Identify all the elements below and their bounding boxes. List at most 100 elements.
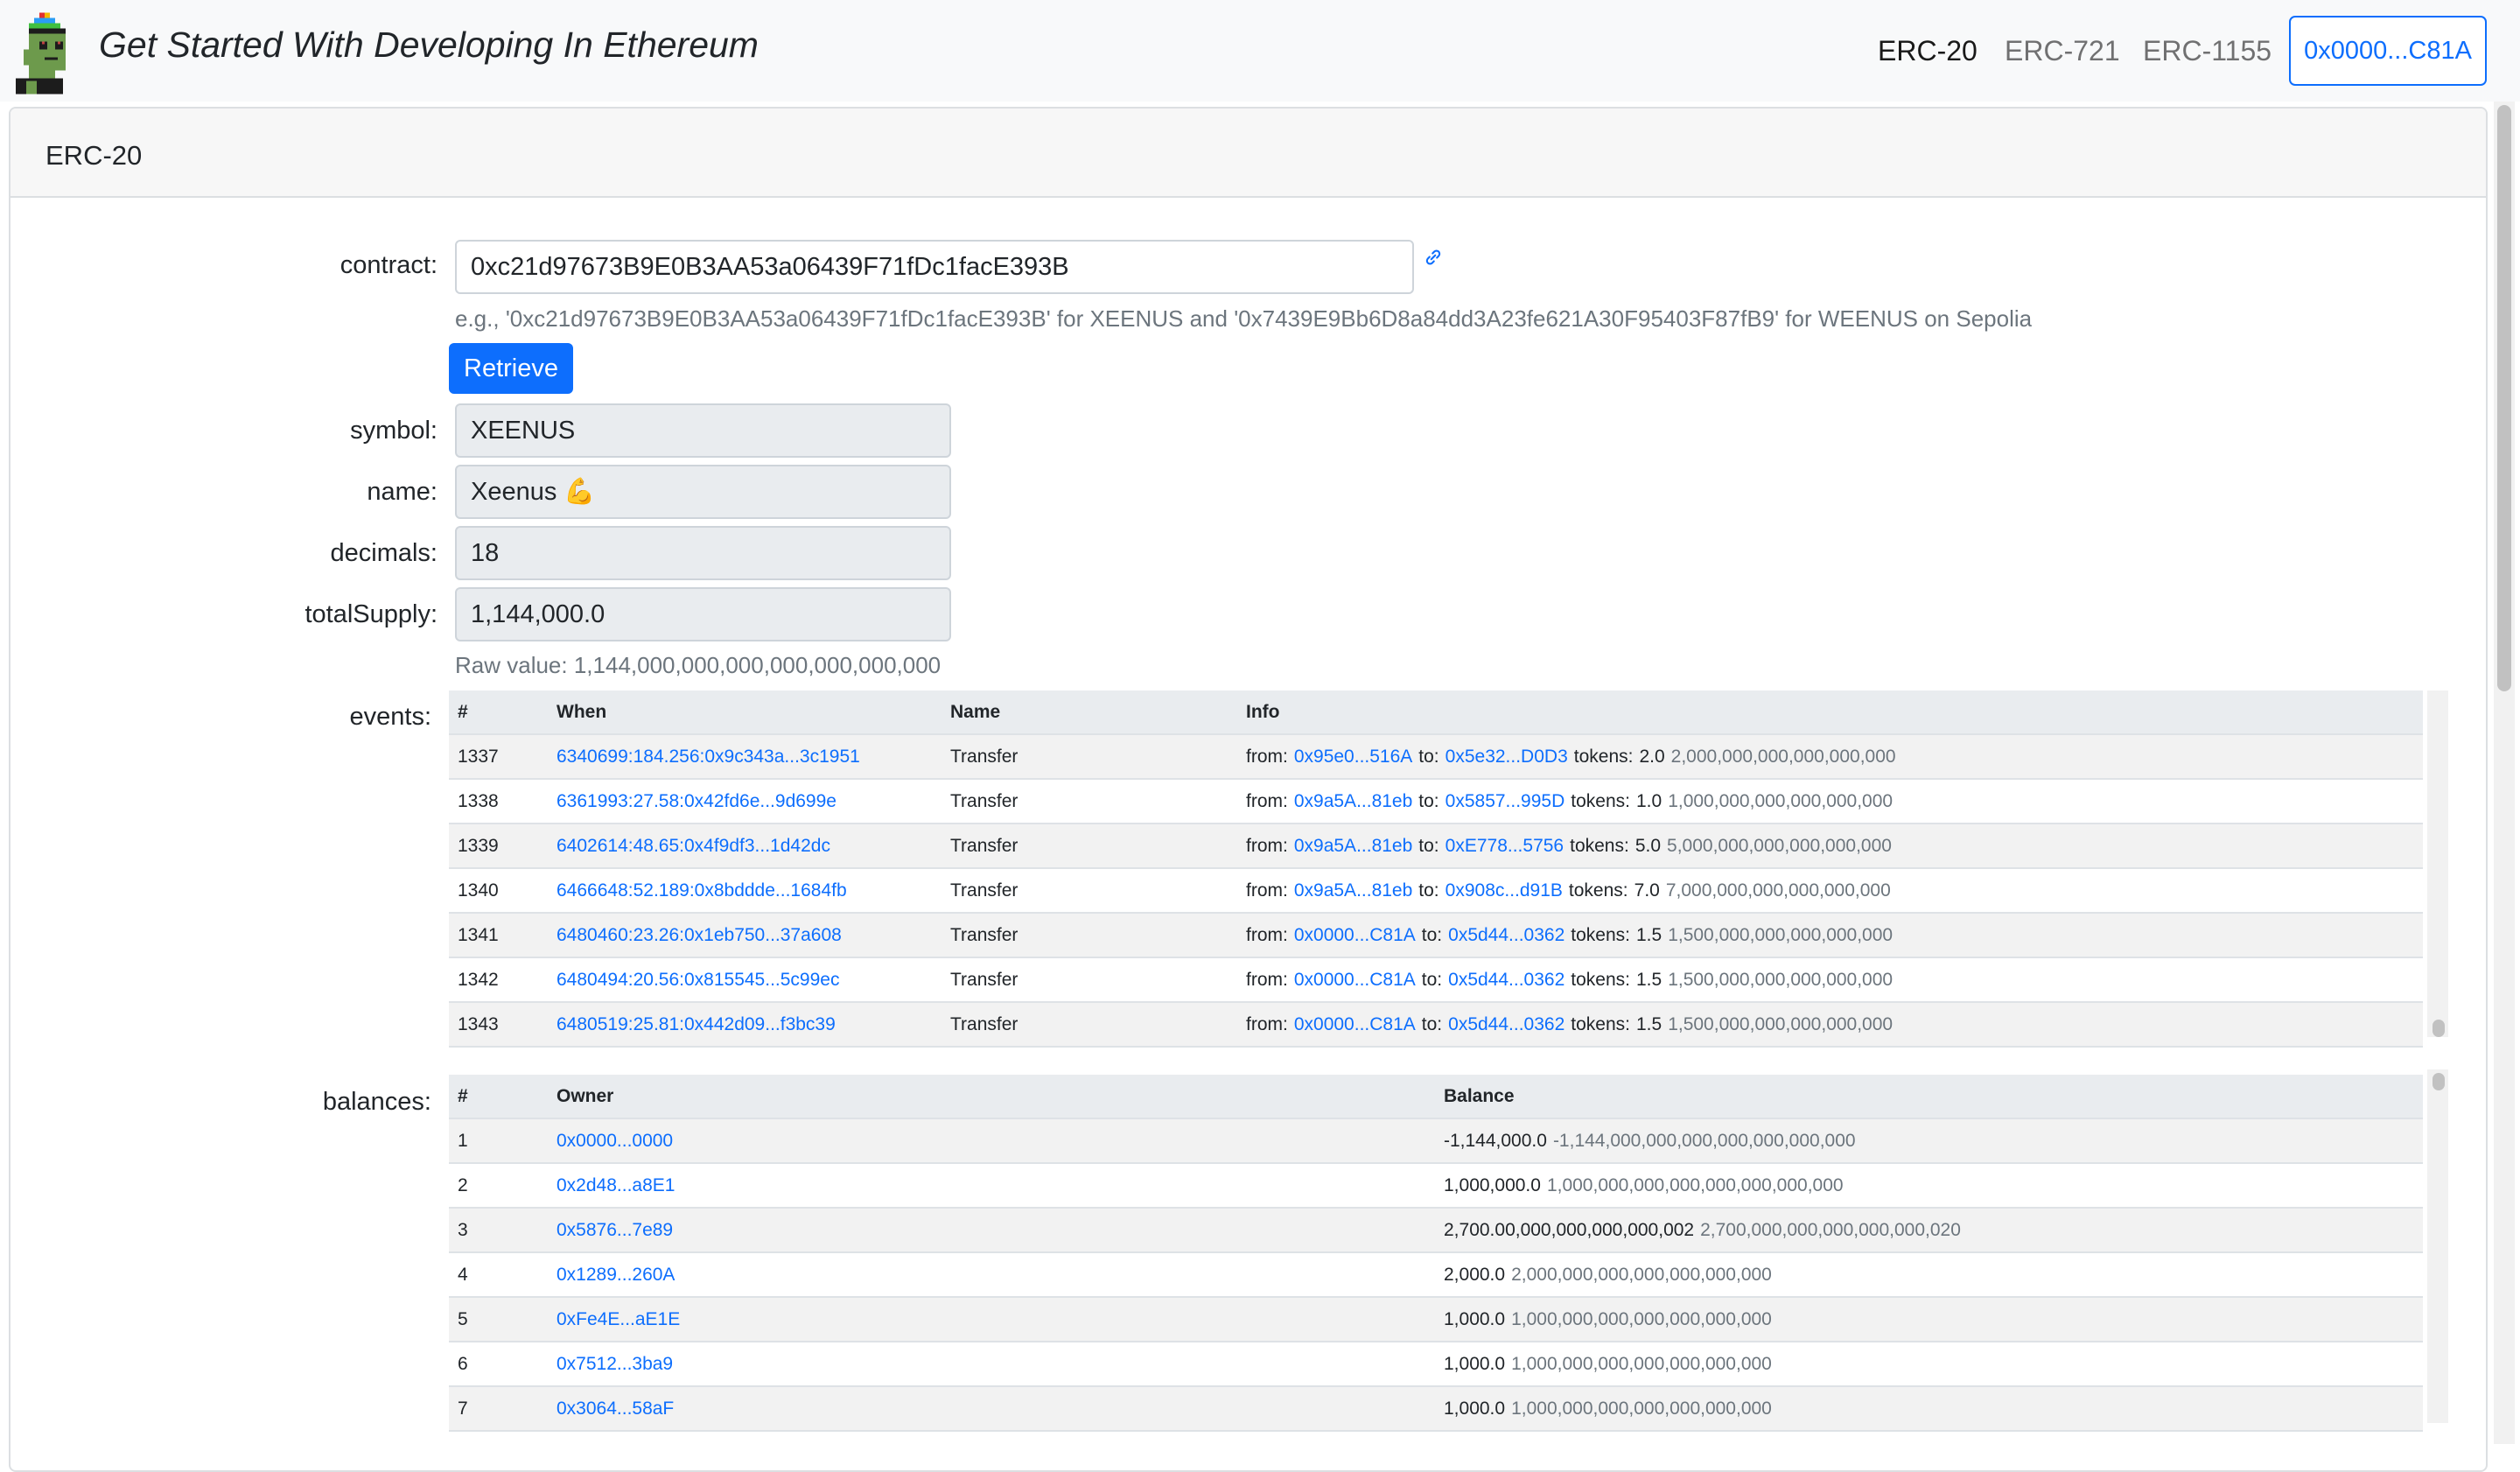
account-button[interactable]: 0x0000...C81A bbox=[2289, 16, 2487, 86]
balances-col-balance[interactable]: Balance bbox=[1444, 1075, 1515, 1118]
events-scrollbar[interactable] bbox=[2427, 690, 2448, 1037]
balance-raw: -1,144,000,000,000,000,000,000,000 bbox=[1552, 1130, 1856, 1151]
balances-scrollbar[interactable] bbox=[2427, 1069, 2448, 1423]
balances-col-num[interactable]: # bbox=[458, 1075, 468, 1118]
event-to-address[interactable]: 0x908c...d91B bbox=[1446, 880, 1563, 901]
retrieve-button[interactable]: Retrieve bbox=[449, 343, 573, 394]
balance-amount: -1,144,000.0 -1,144,000,000,000,000,000,0… bbox=[1444, 1119, 1856, 1162]
decimals-label: decimals: bbox=[330, 539, 438, 567]
event-to-address[interactable]: 0x5d44...0362 bbox=[1448, 1014, 1564, 1035]
event-to-address[interactable]: 0x5d44...0362 bbox=[1448, 970, 1564, 991]
event-number: 1342 bbox=[458, 969, 499, 990]
table-row: 1342 6480494:20.56:0x815545...5c99ec Trans… bbox=[449, 958, 2423, 1003]
table-row: 2 0x2d48...a8E1 1,000,000.0 1,000,000,000,0… bbox=[449, 1164, 2423, 1209]
nav-link-erc721[interactable]: ERC-721 bbox=[2005, 35, 2120, 67]
event-from-address[interactable]: 0x0000...C81A bbox=[1294, 925, 1416, 946]
balances-col-owner[interactable]: Owner bbox=[556, 1075, 613, 1118]
event-tokens-raw: 2,000,000,000,000,000,000 bbox=[1670, 746, 1896, 767]
event-number: 1338 bbox=[458, 790, 499, 811]
event-from-address[interactable]: 0x95e0...516A bbox=[1294, 747, 1412, 768]
table-row: 1338 6361993:27.58:0x42fd6e...9d699e Trans… bbox=[449, 780, 2423, 824]
balance-number: 3 bbox=[458, 1219, 468, 1240]
event-tokens-label: tokens: bbox=[1571, 969, 1630, 990]
table-row: 1339 6402614:48.65:0x4f9df3...1d42dc Trans… bbox=[449, 824, 2423, 869]
event-from-address[interactable]: 0x0000...C81A bbox=[1294, 1014, 1416, 1035]
card-header: ERC-20 bbox=[10, 109, 2486, 198]
balance-amount: 1,000.0 1,000,000,000,000,000,000,000 bbox=[1444, 1298, 1772, 1341]
balance-raw: 1,000,000,000,000,000,000,000 bbox=[1511, 1398, 1772, 1419]
balance-owner-link[interactable]: 0x5876...7e89 bbox=[556, 1209, 673, 1251]
balance-owner-link[interactable]: 0x1289...260A bbox=[556, 1253, 675, 1296]
event-tokens-raw: 1,500,000,000,000,000,000 bbox=[1668, 1013, 1894, 1034]
event-when-link[interactable]: 6340699:184.256:0x9c343a...3c1951 bbox=[556, 735, 860, 778]
event-from-address[interactable]: 0x0000...C81A bbox=[1294, 970, 1416, 991]
balance-raw: 1,000,000,000,000,000,000,000 bbox=[1511, 1353, 1772, 1374]
balance-raw: 1,000,000,000,000,000,000,000,000 bbox=[1546, 1174, 1844, 1195]
events-col-info[interactable]: Info bbox=[1246, 690, 1279, 733]
nav-link-erc1155[interactable]: ERC-1155 bbox=[2143, 35, 2272, 67]
event-tokens-label: tokens: bbox=[1571, 924, 1630, 945]
page-scrollbar-thumb[interactable] bbox=[2497, 105, 2511, 691]
punk-avatar-logo-icon[interactable] bbox=[16, 12, 79, 95]
event-from-address[interactable]: 0x9a5A...81eb bbox=[1294, 836, 1412, 857]
event-when-link[interactable]: 6402614:48.65:0x4f9df3...1d42dc bbox=[556, 824, 830, 867]
event-tokens-value: 2.0 bbox=[1639, 746, 1665, 767]
event-to-address[interactable]: 0x5857...995D bbox=[1446, 791, 1565, 812]
nav-link-erc20[interactable]: ERC-20 bbox=[1878, 35, 1978, 67]
event-from-address[interactable]: 0x9a5A...81eb bbox=[1294, 791, 1412, 812]
events-col-when[interactable]: When bbox=[556, 690, 606, 733]
balance-owner-link[interactable]: 0x3064...58aF bbox=[556, 1387, 674, 1430]
event-name: Transfer bbox=[950, 924, 1018, 945]
event-when-link[interactable]: 6480460:23.26:0x1eb750...37a608 bbox=[556, 914, 842, 957]
event-info: from: 0x95e0...516A to: 0x5e32...D0D3 tokens… bbox=[1246, 735, 1896, 778]
event-to-address[interactable]: 0x5d44...0362 bbox=[1448, 925, 1564, 946]
balance-number: 5 bbox=[458, 1308, 468, 1329]
page-scrollbar[interactable] bbox=[2494, 102, 2515, 1444]
balance-value: 1,000.0 bbox=[1444, 1308, 1506, 1329]
event-tokens-label: tokens: bbox=[1570, 835, 1629, 856]
balance-value: 1,000,000.0 bbox=[1444, 1174, 1541, 1195]
event-from-label: from: bbox=[1246, 790, 1288, 811]
balance-number: 7 bbox=[458, 1398, 468, 1419]
event-when-link[interactable]: 6480494:20.56:0x815545...5c99ec bbox=[556, 958, 839, 1001]
event-to-address[interactable]: 0xE778...5756 bbox=[1446, 836, 1564, 857]
event-to-label: to: bbox=[1418, 746, 1439, 767]
event-when-link[interactable]: 6361993:27.58:0x42fd6e...9d699e bbox=[556, 780, 836, 823]
external-link-icon[interactable] bbox=[1423, 247, 1444, 268]
event-tokens-value: 7.0 bbox=[1634, 880, 1660, 901]
event-name: Transfer bbox=[950, 1013, 1018, 1034]
total-supply-label: totalSupply: bbox=[304, 600, 438, 628]
balance-raw: 1,000,000,000,000,000,000,000 bbox=[1511, 1308, 1772, 1329]
event-from-address[interactable]: 0x9a5A...81eb bbox=[1294, 880, 1412, 901]
balance-owner-link[interactable]: 0x0000...0000 bbox=[556, 1119, 673, 1162]
events-table: # When Name Info 1337 6340699:184.256:0x9… bbox=[449, 690, 2423, 1048]
event-info: from: 0x0000...C81A to: 0x5d44...0362 tokens… bbox=[1246, 1003, 1893, 1046]
table-row: 3 0x5876...7e89 2,700.00,000,000,000,000,0… bbox=[449, 1209, 2423, 1253]
balance-owner-link[interactable]: 0x2d48...a8E1 bbox=[556, 1164, 675, 1207]
event-info: from: 0x0000...C81A to: 0x5d44...0362 tokens… bbox=[1246, 914, 1893, 957]
event-when-link[interactable]: 6466648:52.189:0x8bddde...1684fb bbox=[556, 869, 847, 912]
event-to-label: to: bbox=[1421, 924, 1443, 945]
balances-scrollbar-thumb[interactable] bbox=[2432, 1073, 2445, 1090]
event-tokens-value: 1.0 bbox=[1635, 790, 1662, 811]
event-number: 1337 bbox=[458, 746, 499, 767]
balance-owner-link[interactable]: 0xFe4E...aE1E bbox=[556, 1298, 680, 1341]
balance-owner-link[interactable]: 0x7512...3ba9 bbox=[556, 1342, 673, 1385]
events-col-name[interactable]: Name bbox=[950, 690, 1000, 733]
event-tokens-raw: 7,000,000,000,000,000,000 bbox=[1665, 880, 1891, 901]
brand-title[interactable]: Get Started With Developing In Ethereum bbox=[99, 25, 759, 66]
navbar: Get Started With Developing In Ethereum … bbox=[0, 0, 2520, 102]
table-row: 5 0xFe4E...aE1E 1,000.0 1,000,000,000,000,0… bbox=[449, 1298, 2423, 1342]
event-from-label: from: bbox=[1246, 924, 1288, 945]
table-row: 1 0x0000...0000 -1,144,000.0 -1,144,000,000… bbox=[449, 1119, 2423, 1164]
events-scrollbar-thumb[interactable] bbox=[2432, 1020, 2445, 1037]
contract-input[interactable]: 0xc21d97673B9E0B3AA53a06439F71fDc1facE39… bbox=[455, 240, 1414, 294]
balance-amount: 2,000.0 2,000,000,000,000,000,000,000 bbox=[1444, 1253, 1772, 1296]
event-from-label: from: bbox=[1246, 835, 1288, 856]
event-tokens-label: tokens: bbox=[1573, 746, 1634, 767]
event-to-address[interactable]: 0x5e32...D0D3 bbox=[1446, 747, 1568, 768]
event-tokens-raw: 1,000,000,000,000,000,000 bbox=[1668, 790, 1894, 811]
balance-amount: 1,000.0 1,000,000,000,000,000,000,000 bbox=[1444, 1342, 1772, 1385]
event-when-link[interactable]: 6480519:25.81:0x442d09...f3bc39 bbox=[556, 1003, 836, 1046]
events-col-num[interactable]: # bbox=[458, 690, 468, 733]
